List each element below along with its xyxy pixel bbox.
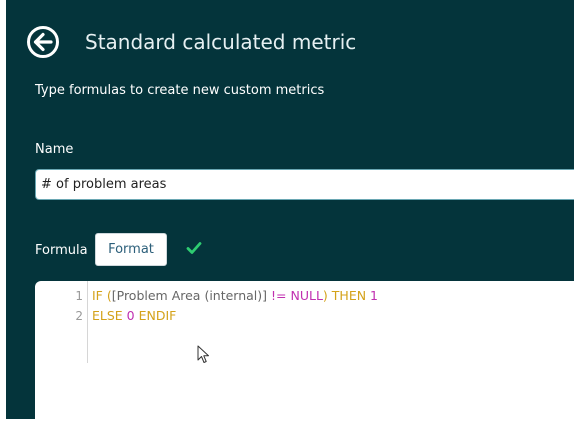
code-line[interactable]: ELSE 0 ENDIF [92,306,176,326]
formula-editor[interactable]: 1 2 IF ([Problem Area (internal)] != NUL… [35,281,574,421]
page-subtitle: Type formulas to create new custom metri… [35,83,325,98]
code-token: 1 [370,288,378,303]
code-token: ENDIF [134,308,177,323]
check-icon [186,242,202,254]
line-number: 1 [75,289,83,303]
line-number-gutter: 1 2 [35,281,88,363]
code-token: ) [322,288,332,303]
name-input[interactable] [35,169,574,200]
formula-label: Formula [35,243,88,258]
code-token: ELSE [92,308,127,323]
code-token: THEN [331,288,371,303]
code-token: [Problem Area (internal)] [111,288,268,303]
code-line[interactable]: IF ([Problem Area (internal)] != NULL) T… [92,286,378,306]
back-arrow-icon[interactable] [26,25,60,59]
name-label: Name [35,142,74,157]
page-title: Standard calculated metric [85,30,357,54]
format-button[interactable]: Format [95,233,167,266]
code-token: != [267,288,291,303]
code-token: 0 [126,308,135,323]
line-number: 2 [75,309,83,323]
code-token: NULL [290,288,323,303]
code-token: IF [92,288,107,303]
mouse-pointer-icon [197,345,209,363]
